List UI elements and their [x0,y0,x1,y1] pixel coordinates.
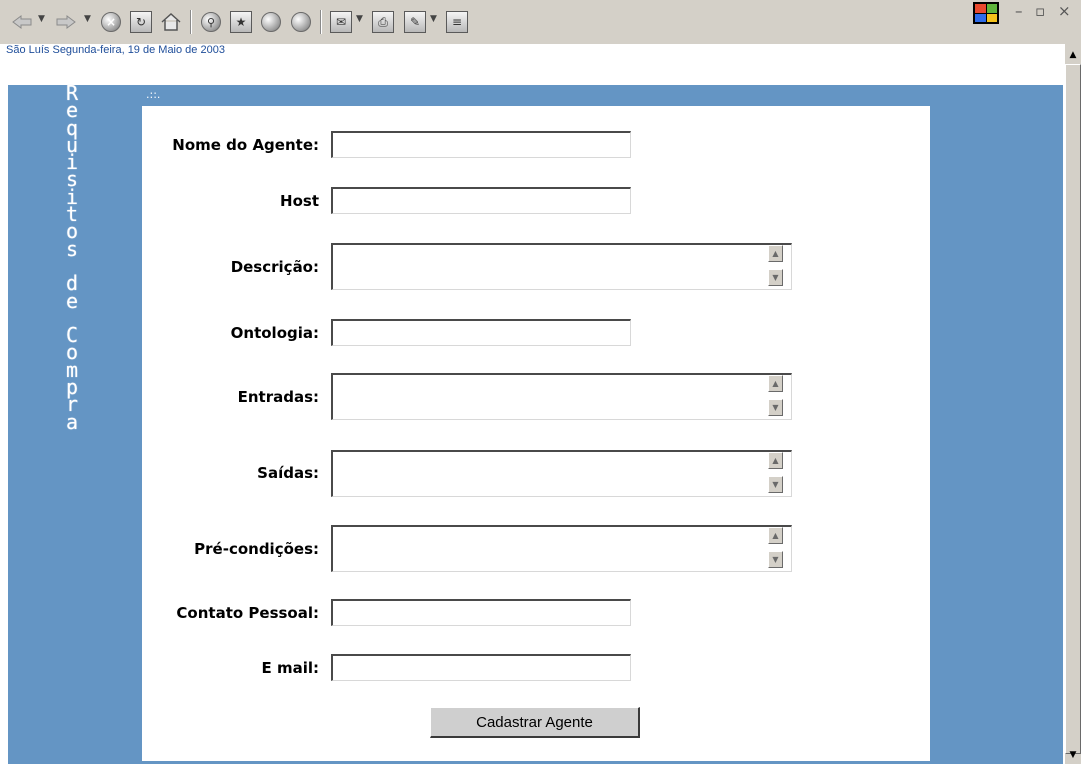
mail-dropdown-icon[interactable]: ▼ [356,14,363,24]
restore-button[interactable]: ▫ [1035,2,1045,20]
field-label: Ontologia: [230,324,319,342]
back-icon[interactable] [8,8,36,36]
scroll-up-icon[interactable]: ▲ [1065,46,1081,64]
textarea-scroll-down-icon[interactable]: ▼ [768,476,783,493]
vertical-scrollbar[interactable]: ▲ ▼ [1065,44,1081,764]
field-label: Host [280,192,319,210]
discuss-icon[interactable]: ≡ [444,8,470,36]
field-label: Entradas: [237,388,319,406]
edit-icon[interactable]: ✎ [402,8,428,36]
refresh-icon[interactable]: ↻ [128,8,154,36]
back-dropdown-icon[interactable]: ▼ [38,14,45,24]
stop-icon[interactable]: × [98,8,124,36]
close-button[interactable]: × [1058,2,1071,20]
forward-dropdown-icon[interactable]: ▼ [84,14,91,24]
mail-icon[interactable]: ✉ [328,8,354,36]
textarea-field[interactable] [331,373,792,420]
text-input[interactable] [331,599,631,626]
print-icon[interactable]: ⎙ [370,8,396,36]
textarea-scroll-up-icon[interactable]: ▲ [768,527,783,544]
text-input[interactable] [331,187,631,214]
scroll-thumb[interactable] [1065,64,1081,754]
home-icon[interactable] [158,8,184,36]
vertical-title: Requisitos de Compra [52,83,92,434]
text-input[interactable] [331,131,631,158]
textarea-scroll-down-icon[interactable]: ▼ [768,269,783,286]
textarea-scroll-up-icon[interactable]: ▲ [768,245,783,262]
toolbar-separator [190,10,192,34]
forward-icon[interactable] [52,8,80,36]
windows-logo-icon [973,2,999,24]
history-icon[interactable] [258,8,284,36]
search-icon[interactable]: ⚲ [198,8,224,36]
field-label: Nome do Agente: [172,136,319,154]
minimize-button[interactable]: – [1015,2,1023,20]
browser-toolbar: ▼ ▼ × ↻ ⚲ ★ ✉ ▼ ⎙ ✎ ▼ ≡ – ▫ × [0,0,1081,44]
field-label: E mail: [261,659,319,677]
text-input[interactable] [331,319,631,346]
textarea-scroll-up-icon[interactable]: ▲ [768,452,783,469]
field-label: Saídas: [257,464,319,482]
scroll-down-icon[interactable]: ▼ [1065,746,1081,764]
field-label: Descrição: [230,258,319,276]
textarea-field[interactable] [331,525,792,572]
date-line: São Luís Segunda-feira, 19 de Maio de 20… [6,44,225,56]
textarea-field[interactable] [331,450,792,497]
textarea-field[interactable] [331,243,792,290]
decorative-dots: .::. [146,88,161,101]
toolbar-separator [320,10,322,34]
field-label: Pré-condições: [194,540,319,558]
field-label: Contato Pessoal: [176,604,319,622]
submit-button[interactable]: Cadastrar Agente [430,707,640,738]
favorites-icon[interactable]: ★ [228,8,254,36]
edit-dropdown-icon[interactable]: ▼ [430,14,437,24]
textarea-scroll-down-icon[interactable]: ▼ [768,399,783,416]
channels-icon[interactable] [288,8,314,36]
title-letter: a [65,409,79,434]
text-input[interactable] [331,654,631,681]
textarea-scroll-down-icon[interactable]: ▼ [768,551,783,568]
textarea-scroll-up-icon[interactable]: ▲ [768,375,783,392]
